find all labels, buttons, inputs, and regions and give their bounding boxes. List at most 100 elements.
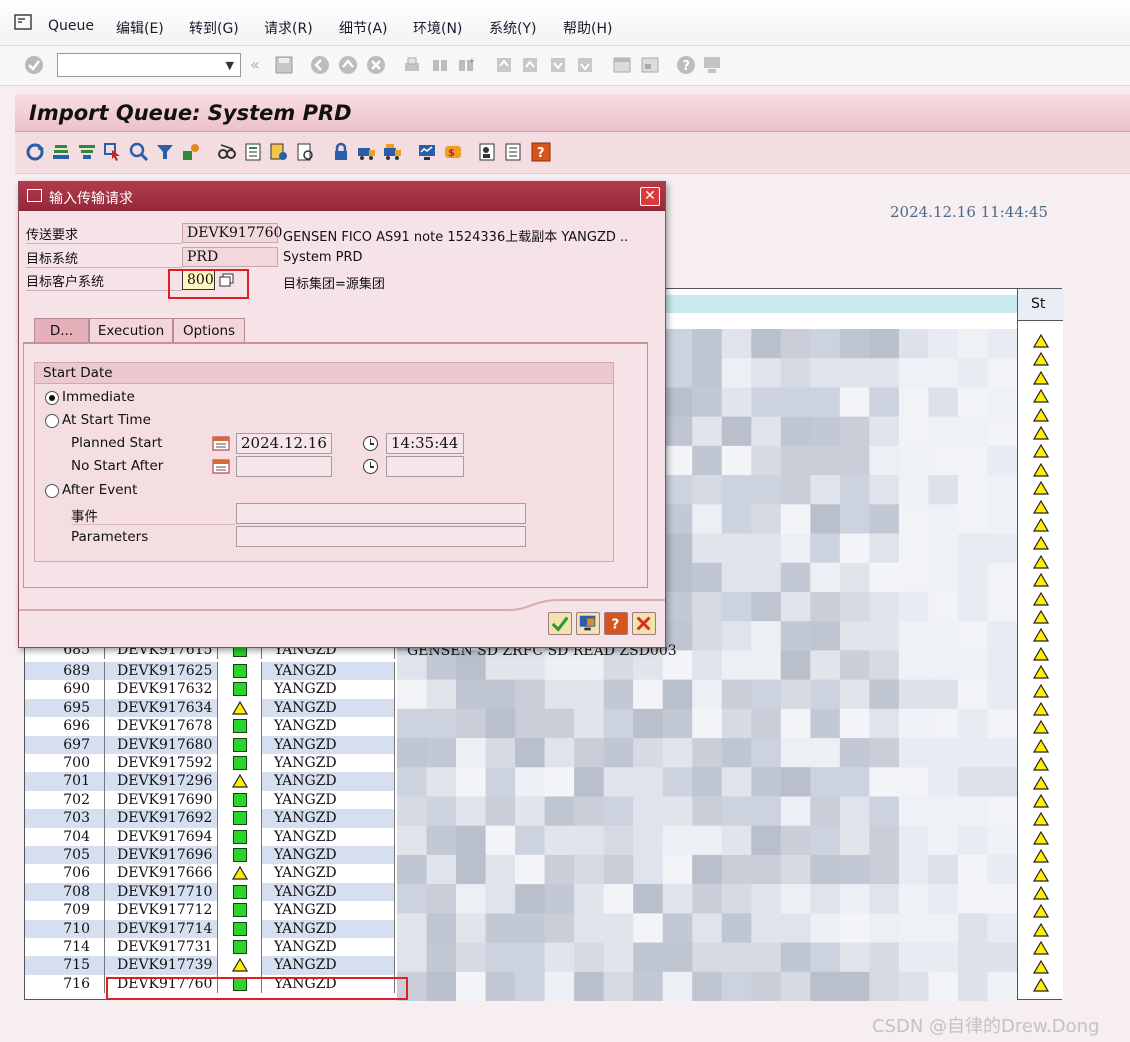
table-row[interactable]: 704 DEVK917694 YANGZD [25, 827, 395, 846]
table-row[interactable]: 690 DEVK917632 YANGZD [25, 680, 395, 699]
menu-system[interactable]: 系统(Y) [489, 18, 536, 38]
help-icon[interactable]: ? [676, 55, 696, 75]
sort-ascending-icon[interactable] [51, 142, 71, 162]
no-start-after-time-input[interactable] [386, 456, 464, 477]
pixel-block [898, 738, 929, 768]
table-row[interactable]: 689 DEVK917625 YANGZD [25, 662, 395, 681]
shortcut-icon[interactable] [640, 55, 660, 75]
pixel-block [574, 679, 605, 710]
pixel-block [721, 329, 752, 359]
back-icon[interactable] [310, 55, 330, 75]
help-info-icon[interactable]: ? [531, 142, 551, 162]
monitor-icon[interactable] [417, 142, 437, 162]
close-button[interactable]: ✕ [640, 187, 660, 206]
table-row[interactable]: 705 DEVK917696 YANGZD [25, 846, 395, 865]
clock-icon[interactable] [363, 436, 378, 451]
new-session-icon[interactable] [612, 55, 632, 75]
tab-options[interactable]: Options [173, 318, 245, 343]
status-column-header[interactable]: St [1017, 289, 1063, 321]
target-system-description: System PRD [283, 250, 363, 265]
radio-after-event[interactable] [45, 484, 59, 498]
exit-icon[interactable] [338, 55, 358, 75]
pixel-block [662, 533, 693, 564]
table-row[interactable]: 702 DEVK917690 YANGZD [25, 790, 395, 810]
tools-icon[interactable]: $ [443, 142, 463, 162]
event-input[interactable] [236, 503, 526, 524]
display-icon[interactable] [217, 142, 237, 162]
tab-date[interactable]: D... [34, 318, 89, 343]
enter-check-icon[interactable] [24, 55, 44, 75]
pixel-block [839, 533, 870, 564]
no-start-after-date-input[interactable] [236, 456, 332, 477]
find-next-icon[interactable]: + [456, 55, 476, 75]
radio-at-start-time[interactable] [45, 414, 59, 428]
import-all-icon[interactable] [383, 142, 403, 162]
request-description: GENSEN FICO AS91 note 1524336上载副本 YANGZD… [283, 230, 629, 245]
table-row[interactable]: 696 DEVK917678 YANGZD [25, 717, 395, 736]
select-icon[interactable] [103, 142, 123, 162]
filter-icon[interactable] [155, 142, 175, 162]
confirm-button[interactable] [548, 612, 572, 635]
menu-help[interactable]: 帮助(H) [563, 18, 612, 38]
menu-edit[interactable]: 编辑(E) [116, 18, 164, 38]
next-page-icon[interactable] [548, 55, 568, 75]
user-settings-icon[interactable] [477, 142, 497, 162]
document-icon[interactable] [243, 142, 263, 162]
table-row[interactable]: 695 DEVK917634 YANGZD [25, 698, 395, 718]
refresh-icon[interactable] [25, 142, 45, 162]
table-row[interactable]: 703 DEVK917692 YANGZD [25, 809, 395, 828]
lock-icon[interactable] [331, 142, 351, 162]
table-row[interactable]: 701 DEVK917296 YANGZD [25, 772, 395, 791]
last-page-icon[interactable] [575, 55, 595, 75]
help-button[interactable]: ? [604, 612, 628, 635]
cancel-icon[interactable] [366, 55, 386, 75]
radio-immediate[interactable] [45, 391, 59, 405]
table-row[interactable]: 714 DEVK917731 YANGZD [25, 938, 395, 957]
pixel-block [928, 621, 959, 651]
sort-descending-icon[interactable] [77, 142, 97, 162]
target-system-field[interactable]: PRD [182, 247, 278, 267]
cancel-button[interactable] [632, 612, 656, 635]
menu-details[interactable]: 细节(A) [339, 18, 388, 38]
find-icon[interactable] [430, 55, 450, 75]
status-warning-icon [1033, 407, 1049, 422]
save-icon[interactable] [274, 55, 294, 75]
previous-page-icon[interactable] [520, 55, 540, 75]
settings-icon[interactable] [181, 142, 201, 162]
list-icon[interactable] [503, 142, 523, 162]
table-row[interactable]: 710 DEVK917714 YANGZD [25, 919, 395, 938]
collapse-icon[interactable]: « [250, 55, 260, 74]
customize-layout-icon[interactable] [702, 55, 722, 75]
table-row[interactable]: 709 DEVK917712 YANGZD [25, 901, 395, 920]
table-row[interactable]: 715 DEVK917739 YANGZD [25, 956, 395, 975]
label-target-client: 目标客户系统 [26, 271, 182, 291]
calendar-icon[interactable] [212, 435, 230, 451]
menu-goto[interactable]: 转到(G) [189, 18, 239, 38]
table-row[interactable]: 706 DEVK917666 YANGZD [25, 864, 395, 883]
table-row[interactable]: 708 DEVK917710 YANGZD [25, 882, 395, 902]
table-row[interactable]: 700 DEVK917592 YANGZD [25, 754, 395, 773]
clock-icon[interactable] [363, 459, 378, 474]
pixel-block [456, 767, 487, 797]
planned-start-date-input[interactable]: 2024.12.16 [236, 433, 332, 454]
parameters-input[interactable] [236, 526, 526, 547]
print-icon[interactable] [402, 55, 422, 75]
zoom-icon[interactable] [129, 142, 149, 162]
calendar-icon[interactable] [212, 458, 230, 474]
pixel-block [397, 796, 428, 827]
dropdown-arrow-icon[interactable]: ▼ [226, 59, 234, 72]
import-request-icon[interactable] [357, 142, 377, 162]
menu-environment[interactable]: 环境(N) [413, 18, 462, 38]
first-page-icon[interactable] [494, 55, 514, 75]
logs-icon[interactable] [269, 142, 289, 162]
request-field[interactable]: DEVK917760 [182, 223, 282, 243]
command-field[interactable]: ▼ [57, 53, 241, 77]
table-row[interactable]: 697 DEVK917680 YANGZD [25, 735, 395, 754]
tab-execution[interactable]: Execution [89, 318, 173, 343]
planned-start-time-input[interactable]: 14:35:44 [386, 433, 464, 454]
schedule-button[interactable] [576, 612, 600, 635]
menu-request[interactable]: 请求(R) [264, 18, 313, 38]
menu-queue[interactable]: Queue [48, 18, 94, 34]
window-menu-icon[interactable] [14, 14, 32, 30]
display-object-list-icon[interactable] [295, 142, 315, 162]
